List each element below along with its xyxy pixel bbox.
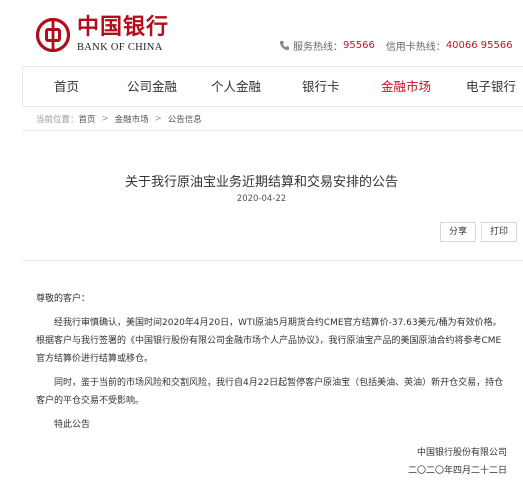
bank-logo[interactable]: 中国银行 BANK OF CHINA xyxy=(36,16,169,54)
breadcrumb-separator: > xyxy=(101,114,109,124)
article-greeting: 尊敬的客户： xyxy=(36,294,91,304)
nav-item-home[interactable]: 首页 xyxy=(54,67,79,107)
breadcrumb-home[interactable]: 首页 xyxy=(79,113,96,125)
nav-item-bank-cards[interactable]: 银行卡 xyxy=(302,67,340,107)
signature-date: 二〇二〇年四月二十二日 xyxy=(407,466,507,476)
breadcrumb-financial-markets[interactable]: 金融市场 xyxy=(115,113,149,125)
content-divider xyxy=(22,260,523,261)
hotline-label: 服务热线： xyxy=(293,42,343,53)
nav-item-corporate-banking[interactable]: 公司金融 xyxy=(127,67,177,107)
breadcrumb-announcements[interactable]: 公告信息 xyxy=(168,113,202,125)
article-title: 关于我行原油宝业务近期结算和交易安排的公告 xyxy=(124,175,398,190)
article-signature: 中国银行股份有限公司 二〇二〇年四月二十二日 xyxy=(408,444,507,480)
breadcrumb-divider xyxy=(22,130,523,131)
article-date: 2020-04-22 xyxy=(236,194,287,204)
nav-item-financial-markets[interactable]: 金融市场 xyxy=(381,67,431,107)
card-hotline-number[interactable]: 40066 95566 xyxy=(446,40,513,51)
phone-icon xyxy=(279,40,290,51)
hotline-number[interactable]: 95566 xyxy=(343,40,375,51)
hotline-info: 服务热线： 95566 信用卡热线： 40066 95566 xyxy=(279,38,513,53)
site-header: 中国银行 BANK OF CHINA 服务热线： 95566 信用卡热线： 40… xyxy=(0,0,523,66)
breadcrumb-separator: > xyxy=(154,114,162,124)
article-paragraph: 同时，鉴于当前的市场风险和交割风险，我行自4月22日起暂停客户原油宝（包括美油、… xyxy=(36,378,504,406)
signature-organization: 中国银行股份有限公司 xyxy=(416,448,507,458)
breadcrumb-prefix: 当前位置： xyxy=(36,115,79,125)
article-paragraph: 经我行审慎确认，美国时间2020年4月20日，WTI原油5月期货合约CME官方结… xyxy=(36,318,502,364)
article-closing: 特此公告 xyxy=(54,420,91,430)
logo-english-name: BANK OF CHINA xyxy=(77,42,163,53)
breadcrumb: 当前位置： 首页 > 金融市场 > 公告信息 xyxy=(36,113,202,125)
card-hotline-label: 信用卡热线： xyxy=(385,42,446,53)
share-button[interactable]: 分享 xyxy=(440,222,477,242)
logo-text: 中国银行 BANK OF CHINA xyxy=(77,16,169,54)
bank-of-china-logo-icon xyxy=(36,17,70,52)
main-nav: 首页 公司金融 个人金融 银行卡 金融市场 电子银行 xyxy=(22,66,523,107)
nav-item-e-banking[interactable]: 电子银行 xyxy=(466,67,516,107)
print-button[interactable]: 打印 xyxy=(481,222,518,242)
article-actions: 分享 打印 xyxy=(440,222,522,242)
nav-item-personal-banking[interactable]: 个人金融 xyxy=(211,67,261,107)
article-body: 尊敬的客户： 经我行审慎确认，美国时间2020年4月20日，WTI原油5月期货合… xyxy=(36,290,506,434)
logo-chinese-name: 中国银行 xyxy=(77,14,170,40)
